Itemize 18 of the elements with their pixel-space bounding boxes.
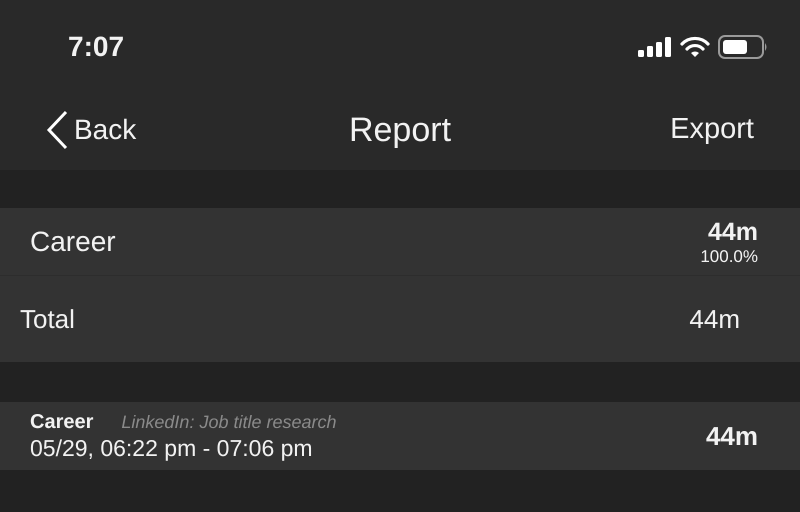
back-button[interactable]: Back: [46, 109, 136, 151]
wifi-icon: [680, 36, 710, 58]
entry-category: Career: [30, 410, 94, 434]
category-name: Career: [30, 224, 116, 258]
entry-row[interactable]: Career LinkedIn: Job title research 05/29, 06:22 pm - 07:06 pm 44m: [0, 402, 800, 470]
total-duration: 44m: [689, 302, 740, 336]
page-title: Report: [348, 110, 452, 150]
chevron-left-icon: [46, 110, 68, 150]
entry-duration: 44m: [706, 420, 758, 452]
entry-note: LinkedIn: Job title research: [121, 411, 337, 434]
category-duration: 44m: [708, 216, 758, 246]
category-percent: 100.0%: [700, 246, 758, 266]
battery-icon: [718, 35, 768, 59]
status-time: 7:07: [68, 30, 124, 64]
signal-icon: [638, 37, 672, 57]
export-button[interactable]: Export: [670, 108, 754, 152]
total-label: Total: [20, 302, 75, 336]
entry-time-range: 05/29, 06:22 pm - 07:06 pm: [30, 434, 314, 462]
